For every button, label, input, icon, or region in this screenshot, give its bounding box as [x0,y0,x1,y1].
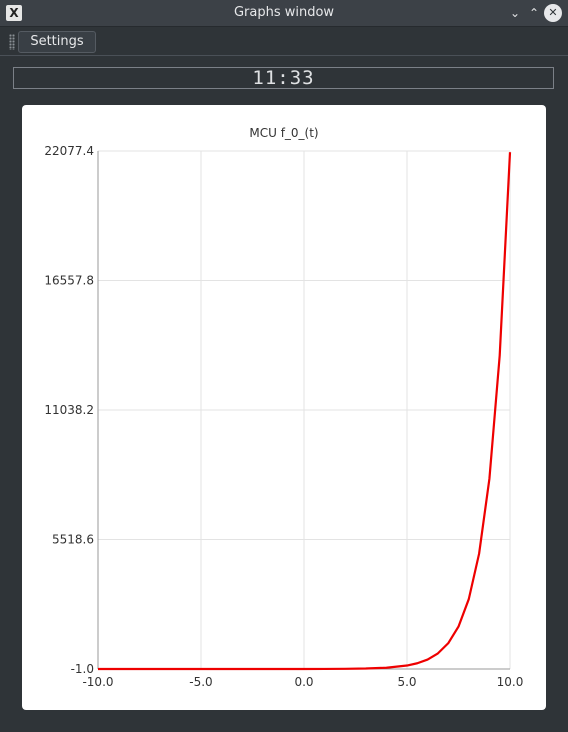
y-tick-label: -1.0 [71,662,94,676]
title-bar: X Graphs window ⌄ ⌃ ✕ [0,0,568,27]
x-tick-label: -10.0 [82,675,113,689]
lcd-clock-display: 11:33 [13,67,554,89]
y-tick-label: 11038.2 [44,403,94,417]
toolbar-grip-handle[interactable] [9,34,15,50]
line-chart: -10.0 -5.0 0.0 5.0 10.0 -1.0 5518.6 11038.2 1655… [44,126,524,689]
maximize-icon[interactable]: ⌃ [525,4,543,22]
plot-panel: -10.0 -5.0 0.0 5.0 10.0 -1.0 5518.6 11038.2 1655… [22,105,546,710]
y-tick-label: 5518.6 [52,533,94,547]
toolbar: Settings [0,28,568,56]
clock-time: 11:33 [252,67,315,89]
window-title: Graphs window [233,5,335,20]
x-tick-label: 5.0 [397,675,416,689]
minimize-icon[interactable]: ⌄ [506,4,524,22]
settings-button[interactable]: Settings [18,31,96,53]
y-tick-label: 22077.4 [44,144,94,158]
close-icon[interactable]: ✕ [544,4,562,22]
x-tick-label: 10.0 [497,675,524,689]
y-tick-label: 16557.8 [44,274,94,288]
x-tick-label: 0.0 [294,675,313,689]
x-tick-label: -5.0 [189,675,212,689]
chart-title: MCU f_0_(t) [249,126,318,140]
